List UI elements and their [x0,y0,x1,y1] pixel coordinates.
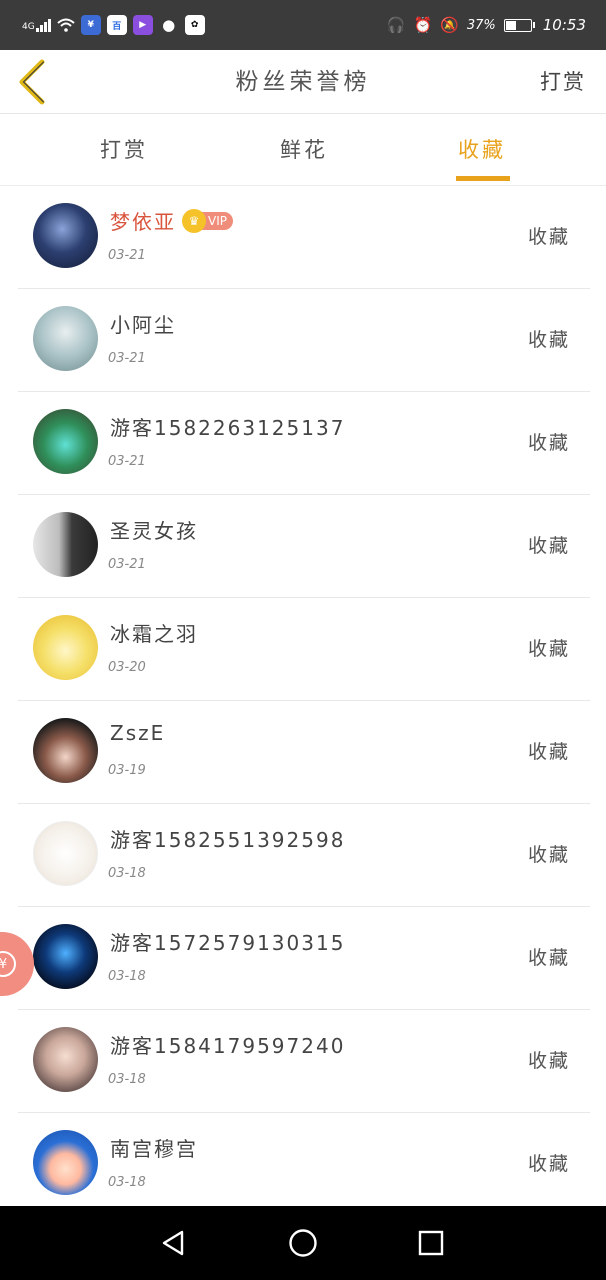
vip-badge: ♛ VIP [182,208,233,233]
battery-percent: 37% [466,17,496,33]
action-label: 收藏 [527,947,570,969]
date: 03-20 [108,660,146,675]
circle-home-icon [289,1229,317,1257]
app-header: 粉丝荣誉榜 打赏 [0,50,606,114]
reward-button[interactable]: 打赏 [540,50,586,114]
action-label: 收藏 [527,1153,570,1175]
user-name: 冰霜之羽 [110,622,198,646]
action-label: 收藏 [527,741,570,763]
action-label: 收藏 [527,329,570,351]
list-item[interactable]: 游客1582263125137 03-21 收藏 [18,392,590,495]
avatar[interactable] [33,1027,98,1092]
date: 03-18 [108,1072,146,1087]
date: 03-21 [108,248,146,263]
action-label: 收藏 [527,432,570,454]
nav-home-button[interactable] [273,1206,333,1280]
user-name: 游客1572579130315 [110,931,346,955]
user-name: 游客1582551392598 [110,828,346,852]
system-navigation-bar [0,1206,606,1280]
date: 03-18 [108,1175,146,1190]
bank-icon: ¥ [80,15,101,35]
avatar[interactable] [33,203,98,268]
avatar[interactable] [33,1130,98,1195]
action-label: 收藏 [527,1050,570,1072]
avatar[interactable] [33,924,98,989]
avatar[interactable] [33,409,98,474]
yen-coin-icon: ¥ [0,951,16,977]
user-name: 游客1584179597240 [110,1034,346,1058]
wechat-icon: ● [162,16,176,34]
list-item[interactable]: 游客1582551392598 03-18 收藏 [18,804,590,907]
nav-back-button[interactable] [143,1206,203,1280]
date: 03-19 [108,763,146,778]
list-item[interactable]: 游客1572579130315 03-18 收藏 [18,907,590,1010]
list-item[interactable]: ZszE 03-19 收藏 [18,701,590,804]
fan-list: 梦依亚 ♛ VIP 03-21 收藏 小阿尘 03-21 收藏 游客158226… [18,186,590,1216]
wifi-icon [57,18,75,32]
list-item[interactable]: 小阿尘 03-21 收藏 [18,289,590,392]
user-name: 小阿尘 [110,313,176,337]
baidu-icon: 百 [106,15,127,35]
tab-bar: 打赏 鲜花 收藏 [0,114,606,186]
user-name: 南宫穆宫 [110,1137,198,1161]
page-title: 粉丝荣誉榜 [235,69,371,95]
avatar[interactable] [33,718,98,783]
list-item[interactable]: 南宫穆宫 03-18 收藏 [18,1113,590,1216]
user-name: 游客1582263125137 [110,416,346,440]
headphones-icon: 🎧 [386,16,406,34]
network-type: 4G [22,22,35,32]
date: 03-18 [108,969,146,984]
user-name: 梦依亚 [110,210,176,234]
date: 03-18 [108,866,146,881]
date: 03-21 [108,454,146,469]
action-label: 收藏 [527,226,570,248]
avatar[interactable] [33,512,98,577]
nav-recents-button[interactable] [401,1206,461,1280]
battery-icon [503,18,535,32]
video-icon: ▶ [132,15,153,35]
crown-icon: ♛ [182,208,206,233]
signal-icon: 4G [22,18,51,32]
avatar[interactable] [33,821,98,886]
list-item[interactable]: 冰霜之羽 03-20 收藏 [18,598,590,701]
date: 03-21 [108,351,146,366]
user-name: 圣灵女孩 [110,519,198,543]
user-name: ZszE [110,721,166,745]
paw-icon: ✿ [184,15,205,35]
list-item[interactable]: 游客1584179597240 03-18 收藏 [18,1010,590,1113]
date: 03-21 [108,557,146,572]
triangle-back-icon [162,1230,184,1256]
tab-flowers[interactable]: 鲜花 [280,114,328,186]
tab-reward[interactable]: 打赏 [100,114,148,186]
alarm-icon: ⏰ [413,16,433,34]
avatar[interactable] [33,306,98,371]
action-label: 收藏 [527,844,570,866]
list-item[interactable]: 圣灵女孩 03-21 收藏 [18,495,590,598]
avatar[interactable] [33,615,98,680]
status-bar: 4G ¥ 百 ▶ ● ✿ 🎧 ⏰ 🔕 37% 10:53 [0,0,606,50]
clock: 10:53 [542,16,586,34]
mute-bell-icon: 🔕 [440,16,459,34]
active-tab-indicator [456,176,510,181]
list-item[interactable]: 梦依亚 ♛ VIP 03-21 收藏 [18,186,590,289]
action-label: 收藏 [527,535,570,557]
square-recents-icon [418,1230,444,1256]
action-label: 收藏 [527,638,570,660]
